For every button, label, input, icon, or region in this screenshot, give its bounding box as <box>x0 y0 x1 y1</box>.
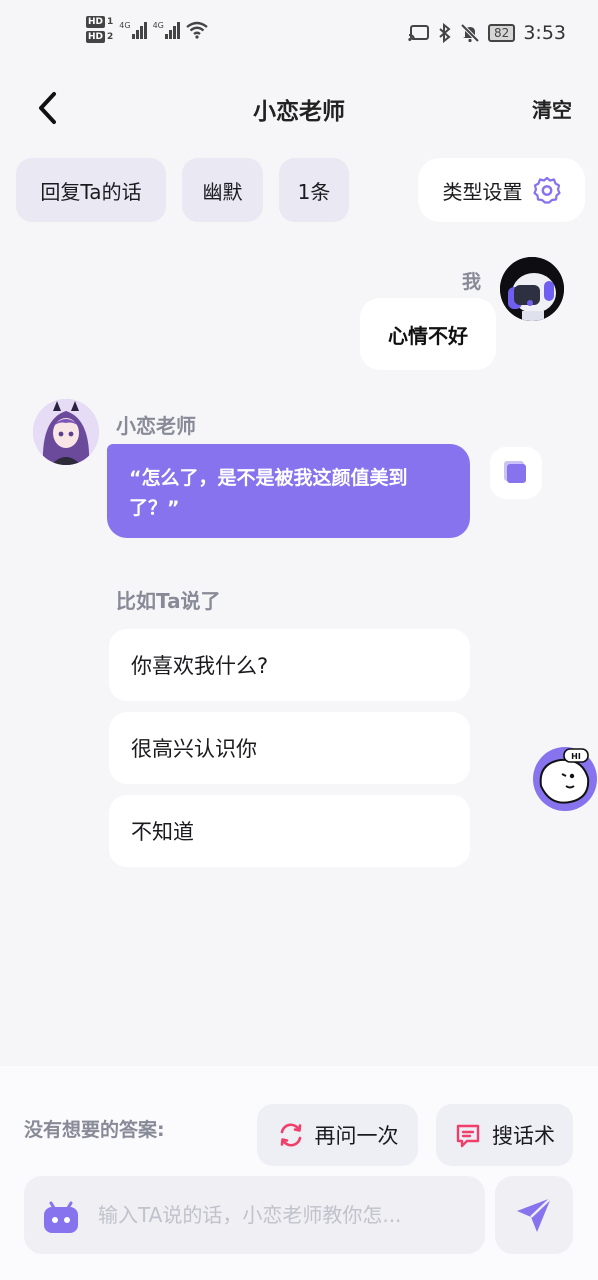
bluetooth-icon <box>439 23 451 43</box>
teacher-reply-bubble[interactable]: “怎么了，是不是被我这颜值美到了？” <box>107 444 470 538</box>
hd1-badge: HD <box>86 16 106 28</box>
cast-icon <box>408 25 430 41</box>
search-phrases-button[interactable]: 搜话术 <box>436 1104 573 1166</box>
mascot-icon: HI <box>533 747 597 811</box>
battery-indicator: 82 <box>488 24 516 42</box>
clear-button[interactable]: 清空 <box>532 94 572 123</box>
page-title: 小恋老师 <box>253 99 345 125</box>
teacher-avatar[interactable] <box>33 399 99 465</box>
robot-avatar-icon <box>500 257 564 321</box>
sim1-number: 1 <box>107 17 114 27</box>
floating-assistant-button[interactable]: HI <box>532 746 598 812</box>
hd2-badge: HD <box>86 31 106 43</box>
signal-1-icon: 4G <box>119 20 147 39</box>
send-button[interactable] <box>495 1176 573 1254</box>
mode-chip[interactable]: 回复Ta的话 <box>16 158 166 222</box>
copy-icon <box>504 461 526 483</box>
suggestion-item[interactable]: 很高兴认识你 <box>109 712 470 784</box>
type-settings-button[interactable]: 类型设置 <box>418 158 585 222</box>
type-settings-label: 类型设置 <box>442 179 523 204</box>
sim2-number: 2 <box>107 32 114 42</box>
system-status: 82 3:53 <box>408 22 566 44</box>
user-message-bubble[interactable]: 心情不好 <box>360 298 496 370</box>
search-phrases-label: 搜话术 <box>492 1124 555 1148</box>
suggestion-item[interactable]: 不知道 <box>109 795 470 867</box>
status-bar: HD 1 HD 2 4G 4G 82 3:53 <box>0 0 598 64</box>
net2-label: 4G <box>152 20 164 30</box>
copy-button[interactable] <box>490 447 542 499</box>
user-avatar[interactable] <box>500 257 564 321</box>
signal-2-icon: 4G <box>153 21 180 39</box>
robot-icon[interactable] <box>40 1194 82 1236</box>
anime-girl-avatar-icon <box>33 399 99 465</box>
count-chip[interactable]: 1条 <box>279 158 349 222</box>
chat-bubble-icon <box>456 1124 480 1148</box>
ask-again-button[interactable]: 再问一次 <box>257 1104 418 1166</box>
bell-muted-icon <box>460 23 480 43</box>
network-status: HD 1 HD 2 4G 4G <box>86 16 208 43</box>
clock: 3:53 <box>523 22 566 44</box>
refresh-icon <box>280 1123 301 1147</box>
gear-icon <box>532 176 561 204</box>
style-chip[interactable]: 幽默 <box>182 158 263 222</box>
net1-label: 4G <box>119 20 131 30</box>
sender-label-teacher: 小恋老师 <box>116 414 196 438</box>
suggestion-hint-label: 比如Ta说了 <box>116 589 221 613</box>
ask-again-label: 再问一次 <box>314 1124 399 1148</box>
message-input[interactable] <box>98 1203 478 1227</box>
sender-label-me: 我 <box>461 271 481 293</box>
suggestion-item[interactable]: 你喜欢我什么? <box>109 629 470 701</box>
wifi-icon <box>186 21 208 39</box>
no-answer-label: 没有想要的答案: <box>24 1119 165 1141</box>
message-input-container[interactable] <box>24 1176 485 1254</box>
send-icon <box>517 1197 552 1232</box>
mascot-badge: HI <box>571 752 581 761</box>
